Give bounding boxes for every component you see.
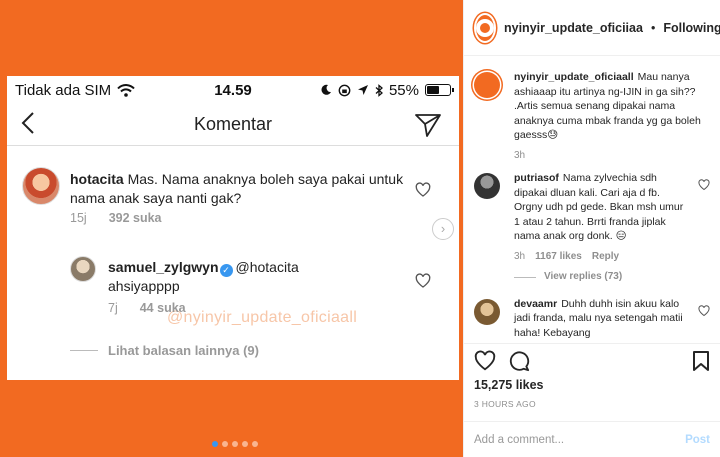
reply-mention: @hotacita (235, 259, 299, 275)
comment-username[interactable]: putriasof (514, 172, 559, 184)
reply-button[interactable]: Reply (592, 250, 619, 265)
heart-icon[interactable] (474, 350, 496, 372)
comments-list: nyinyir_update_oficiaall Mau nanya ashiaa… (464, 57, 720, 343)
comment-username[interactable]: devaamr (514, 298, 557, 310)
comment-input[interactable] (474, 433, 686, 446)
view-replies-label: View replies (73) (544, 271, 623, 282)
location-icon (357, 85, 368, 95)
likes-count[interactable]: 15,275 likes (474, 378, 544, 392)
more-replies-link: Lihat balasan lainnya (9) (70, 343, 259, 358)
carousel-dot (242, 441, 248, 447)
moon-icon (321, 84, 331, 95)
header-username[interactable]: nyinyir_update_oficiiaa (504, 21, 643, 35)
post-timestamp: 3 HOURS AGO (474, 399, 536, 409)
comment-username: hotacita (70, 171, 124, 187)
reply-likes: 44 suka (139, 301, 186, 315)
carousel-dot (252, 441, 258, 447)
comment-likes[interactable]: 1167 likes (535, 250, 582, 265)
verified-badge-icon: ✓ (219, 264, 233, 277)
avatar[interactable] (474, 173, 500, 199)
post-sidebar: nyinyir_update_oficiiaa • Following nyin… (463, 0, 720, 457)
following-button[interactable]: Following (663, 21, 720, 35)
heart-icon (415, 182, 431, 197)
carousel-dot (212, 441, 218, 447)
heart-icon[interactable] (698, 179, 710, 191)
comment-time: 15j (70, 211, 87, 225)
avatar[interactable] (474, 72, 500, 98)
post-header: nyinyir_update_oficiiaa • Following (464, 0, 720, 56)
status-bar: Tidak ada SIM 14.59 55% (7, 76, 459, 104)
battery-icon (425, 84, 454, 96)
more-replies-label: Lihat balasan lainnya (9) (108, 343, 259, 358)
separator: • (650, 20, 656, 35)
heart-icon[interactable] (698, 304, 710, 317)
avatar[interactable] (474, 12, 496, 43)
heart-icon (415, 273, 431, 288)
add-comment-bar: Post (464, 421, 720, 457)
watermark: @nyinyir_update_oficiaall (167, 309, 358, 326)
avatar (22, 167, 60, 205)
reply-text: samuel_zylgwyn ✓ @hotacita ahsiyapppp (108, 258, 408, 296)
comment-time: 3h (514, 149, 526, 161)
list-item: putriasof Nama zylvechia sdh dipakai dlua… (474, 171, 710, 285)
comment-text: hotacita Mas. Nama anaknya boleh saya pa… (70, 170, 410, 208)
post-button[interactable]: Post (685, 434, 710, 446)
rotation-lock-icon (338, 84, 351, 96)
comments-navbar: Komentar (7, 104, 459, 146)
reply-time: 7j (108, 301, 118, 315)
carousel-dot (222, 441, 228, 447)
list-item: nyinyir_update_oficiaall Mau nanya ashiaa… (474, 70, 710, 163)
reply-username: samuel_zylgwyn (108, 259, 219, 275)
bluetooth-icon (375, 83, 383, 97)
post-image: Tidak ada SIM 14.59 55% Komentar hotacit… (0, 0, 463, 457)
carousel-dot (232, 441, 238, 447)
reply-body: ahsiyapppp (108, 278, 180, 294)
avatar[interactable] (474, 298, 500, 325)
post-actions (464, 343, 720, 377)
bookmark-icon[interactable] (692, 350, 710, 372)
comment-icon[interactable] (508, 350, 530, 372)
view-replies-button[interactable]: View replies (73) (514, 270, 688, 285)
carrier-label: Tidak ada SIM (15, 81, 112, 99)
list-item: devaamr Duhh duhh isin akuu kalo jadi fra… (474, 297, 710, 341)
comment-username[interactable]: nyinyir_update_oficiaall (514, 71, 634, 83)
reply-meta: 7j 44 suka (108, 301, 186, 315)
carousel-dots (212, 441, 258, 447)
send-icon (415, 114, 441, 137)
comment-likes: 392 suka (108, 211, 162, 225)
comment-meta: 15j 392 suka (70, 211, 162, 225)
screenshot-phone: Tidak ada SIM 14.59 55% Komentar hotacit… (7, 76, 459, 380)
back-icon (21, 112, 34, 134)
screen-title: Komentar (193, 114, 273, 134)
comment-time: 3h (514, 250, 526, 262)
battery-percent: 55% (388, 81, 419, 99)
next-arrow-icon[interactable]: › (432, 218, 454, 240)
wifi-icon (117, 83, 135, 97)
avatar (70, 256, 96, 282)
